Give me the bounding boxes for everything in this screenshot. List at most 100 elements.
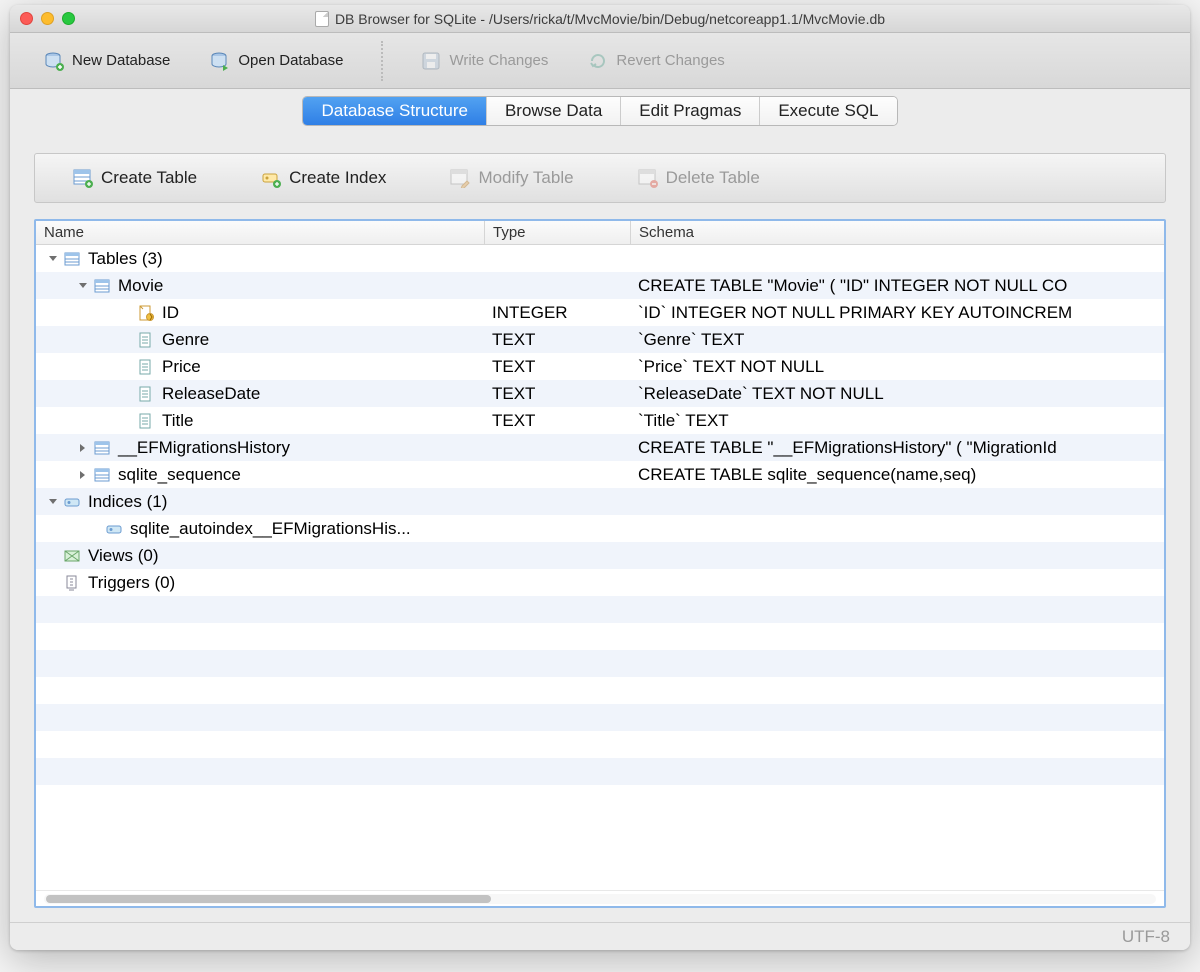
column-icon bbox=[138, 412, 156, 430]
tab-browse-data[interactable]: Browse Data bbox=[487, 97, 621, 125]
open-database-button[interactable]: Open Database bbox=[198, 45, 355, 77]
column-icon bbox=[138, 331, 156, 349]
table-add-icon bbox=[73, 168, 93, 188]
tab-bar: Database Structure Browse Data Edit Prag… bbox=[10, 89, 1190, 133]
revert-icon bbox=[588, 51, 608, 71]
disclosure-right-icon[interactable] bbox=[76, 468, 90, 482]
tree-node-triggers[interactable]: Triggers (0) bbox=[36, 569, 1164, 596]
tree-node-table-efhistory[interactable]: __EFMigrationsHistory CREATE TABLE "__EF… bbox=[36, 434, 1164, 461]
tree-rows: Tables (3) Movie CREATE TABLE "Movie" ( … bbox=[36, 245, 1164, 890]
tab-database-structure[interactable]: Database Structure bbox=[303, 97, 486, 125]
delete-table-button: Delete Table bbox=[620, 162, 778, 194]
tree-node-table-movie[interactable]: Movie CREATE TABLE "Movie" ( "ID" INTEGE… bbox=[36, 272, 1164, 299]
tab-execute-sql[interactable]: Execute SQL bbox=[760, 97, 896, 125]
disclosure-down-icon[interactable] bbox=[46, 252, 60, 266]
maximize-window-button[interactable] bbox=[62, 12, 75, 25]
tree-node-views[interactable]: Views (0) bbox=[36, 542, 1164, 569]
type-text: TEXT bbox=[484, 357, 630, 377]
schema-text: CREATE TABLE sqlite_sequence(name,seq) bbox=[630, 465, 1164, 485]
new-database-button[interactable]: New Database bbox=[32, 45, 182, 77]
revert-changes-button: Revert Changes bbox=[576, 45, 736, 77]
tree-label: Views (0) bbox=[88, 546, 159, 566]
tree-node-column[interactable]: Title TEXT `Title` TEXT bbox=[36, 407, 1164, 434]
delete-table-label: Delete Table bbox=[666, 168, 760, 188]
tree-label: ReleaseDate bbox=[162, 384, 260, 404]
content-area: Create Table Create Index Modify Table D… bbox=[10, 133, 1190, 922]
modify-table-label: Modify Table bbox=[478, 168, 573, 188]
empty-row bbox=[36, 677, 1164, 704]
create-table-label: Create Table bbox=[101, 168, 197, 188]
type-text: INTEGER bbox=[484, 303, 630, 323]
views-icon bbox=[64, 547, 82, 565]
database-add-icon bbox=[44, 51, 64, 71]
tree-label: Title bbox=[162, 411, 194, 431]
table-edit-icon bbox=[450, 168, 470, 188]
column-headers: Name Type Schema bbox=[36, 221, 1164, 245]
structure-toolbar: Create Table Create Index Modify Table D… bbox=[34, 153, 1166, 203]
tree-label: sqlite_autoindex__EFMigrationsHis... bbox=[130, 519, 411, 539]
window-controls bbox=[20, 12, 75, 25]
empty-row bbox=[36, 650, 1164, 677]
close-window-button[interactable] bbox=[20, 12, 33, 25]
tree-node-table-sqlite-sequence[interactable]: sqlite_sequence CREATE TABLE sqlite_sequ… bbox=[36, 461, 1164, 488]
tab-edit-pragmas[interactable]: Edit Pragmas bbox=[621, 97, 760, 125]
empty-row bbox=[36, 758, 1164, 785]
modify-table-button: Modify Table bbox=[432, 162, 591, 194]
database-open-icon bbox=[210, 51, 230, 71]
table-group-icon bbox=[64, 250, 82, 268]
tree-node-tables[interactable]: Tables (3) bbox=[36, 245, 1164, 272]
tree-label: Genre bbox=[162, 330, 209, 350]
write-changes-button: Write Changes bbox=[409, 45, 560, 77]
encoding-label: UTF-8 bbox=[1122, 927, 1170, 947]
tree-label: Indices (1) bbox=[88, 492, 167, 512]
open-database-label: Open Database bbox=[238, 52, 343, 69]
column-icon bbox=[138, 385, 156, 403]
schema-text: CREATE TABLE "__EFMigrationsHistory" ( "… bbox=[630, 438, 1164, 458]
tree-node-indices[interactable]: Indices (1) bbox=[36, 488, 1164, 515]
save-icon bbox=[421, 51, 441, 71]
horizontal-scrollbar[interactable] bbox=[36, 890, 1164, 906]
schema-text: `ReleaseDate` TEXT NOT NULL bbox=[630, 384, 1164, 404]
main-toolbar: New Database Open Database Write Changes bbox=[10, 33, 1190, 89]
title-wrap: DB Browser for SQLite - /Users/ricka/t/M… bbox=[10, 11, 1190, 27]
table-icon bbox=[94, 439, 112, 457]
create-index-button[interactable]: Create Index bbox=[243, 162, 404, 194]
disclosure-down-icon[interactable] bbox=[76, 279, 90, 293]
index-group-icon bbox=[64, 493, 82, 511]
tree-label: Movie bbox=[118, 276, 163, 296]
tree-label: Triggers (0) bbox=[88, 573, 175, 593]
tree-node-column[interactable]: Price TEXT `Price` TEXT NOT NULL bbox=[36, 353, 1164, 380]
tree-node-column[interactable]: ID INTEGER `ID` INTEGER NOT NULL PRIMARY… bbox=[36, 299, 1164, 326]
table-icon bbox=[94, 277, 112, 295]
titlebar: DB Browser for SQLite - /Users/ricka/t/M… bbox=[10, 5, 1190, 33]
new-database-label: New Database bbox=[72, 52, 170, 69]
tree-label: __EFMigrationsHistory bbox=[118, 438, 290, 458]
empty-row bbox=[36, 596, 1164, 623]
index-add-icon bbox=[261, 168, 281, 188]
create-index-label: Create Index bbox=[289, 168, 386, 188]
create-table-button[interactable]: Create Table bbox=[55, 162, 215, 194]
disclosure-right-icon[interactable] bbox=[76, 441, 90, 455]
toolbar-separator bbox=[381, 41, 383, 81]
schema-text: `ID` INTEGER NOT NULL PRIMARY KEY AUTOIN… bbox=[630, 303, 1164, 323]
scrollbar-thumb[interactable] bbox=[46, 895, 491, 903]
empty-row bbox=[36, 623, 1164, 650]
column-header-name[interactable]: Name bbox=[36, 221, 484, 244]
column-header-type[interactable]: Type bbox=[484, 221, 630, 244]
minimize-window-button[interactable] bbox=[41, 12, 54, 25]
column-icon bbox=[138, 358, 156, 376]
column-header-schema[interactable]: Schema bbox=[630, 221, 1164, 244]
document-icon bbox=[315, 11, 329, 27]
tree-node-index[interactable]: sqlite_autoindex__EFMigrationsHis... bbox=[36, 515, 1164, 542]
schema-text: `Title` TEXT bbox=[630, 411, 1164, 431]
schema-text: `Price` TEXT NOT NULL bbox=[630, 357, 1164, 377]
tree-node-column[interactable]: ReleaseDate TEXT `ReleaseDate` TEXT NOT … bbox=[36, 380, 1164, 407]
table-icon bbox=[94, 466, 112, 484]
schema-text: `Genre` TEXT bbox=[630, 330, 1164, 350]
tree-node-column[interactable]: Genre TEXT `Genre` TEXT bbox=[36, 326, 1164, 353]
type-text: TEXT bbox=[484, 330, 630, 350]
empty-row bbox=[36, 785, 1164, 812]
disclosure-down-icon[interactable] bbox=[46, 495, 60, 509]
tree-label: Tables (3) bbox=[88, 249, 163, 269]
index-icon bbox=[106, 520, 124, 538]
